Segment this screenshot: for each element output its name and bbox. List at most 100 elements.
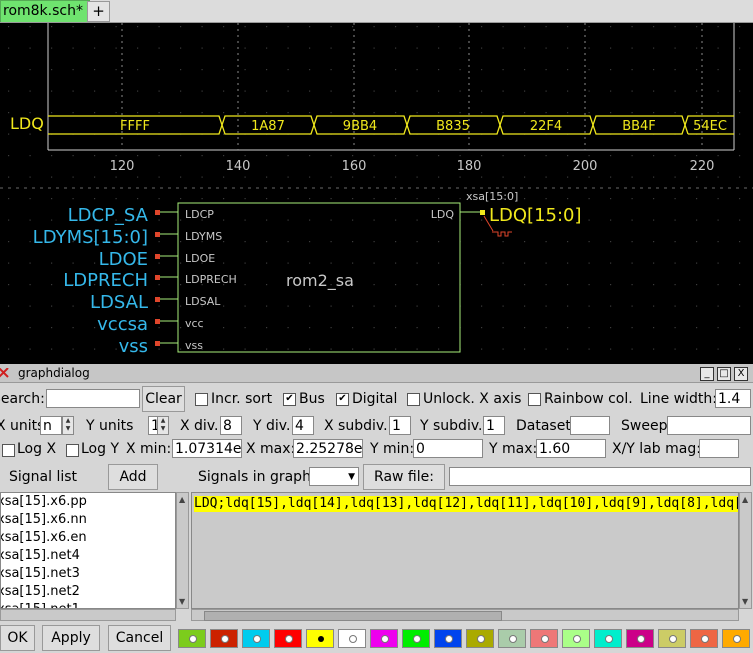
color-swatch[interactable] xyxy=(690,629,718,648)
log-y-checkbox[interactable] xyxy=(66,444,79,457)
maximize-button[interactable]: □ xyxy=(717,367,731,381)
graph-signals-hscrollbar[interactable] xyxy=(191,609,739,621)
bus-checkbox[interactable]: ✔ xyxy=(283,393,296,406)
list-item[interactable]: xsa[15].x6.nn xyxy=(1,511,175,529)
unlock-x-checkbox[interactable] xyxy=(407,393,420,406)
y-min-input[interactable]: 0 xyxy=(413,439,483,458)
scrollbar-thumb[interactable] xyxy=(204,611,502,621)
color-swatch[interactable] xyxy=(594,629,622,648)
color-swatch[interactable] xyxy=(370,629,398,648)
add-tab-button[interactable]: + xyxy=(87,1,110,22)
rainbow-checkbox[interactable] xyxy=(528,393,541,406)
tab-rom8k[interactable]: rom8k.sch* xyxy=(0,0,90,22)
list-item[interactable]: xsa[15].net2 xyxy=(1,583,175,601)
bus-label: Bus xyxy=(299,391,325,407)
y-units-spinner[interactable]: ▲ ▼ xyxy=(157,416,169,435)
incr-sort-label: Incr. sort xyxy=(211,391,273,407)
radio-dot xyxy=(349,635,357,643)
graph-signals-text: LDQ;ldq[15],ldq[14],ldq[13],ldq[12],ldq[… xyxy=(194,496,738,512)
color-swatch[interactable] xyxy=(466,629,494,648)
raw-file-input[interactable] xyxy=(449,467,751,486)
search-input[interactable] xyxy=(46,389,140,408)
net-vss[interactable]: vss xyxy=(119,336,148,357)
xy-mag-input[interactable] xyxy=(699,439,739,458)
color-swatch[interactable] xyxy=(658,629,686,648)
color-swatch[interactable] xyxy=(306,629,334,648)
list-item[interactable]: xsa[15].net4 xyxy=(1,547,175,565)
list-item[interactable]: xsa[15].x6.en xyxy=(1,529,175,547)
color-swatch[interactable] xyxy=(402,629,430,648)
apply-button[interactable]: Apply xyxy=(42,625,100,651)
minimize-button[interactable]: _ xyxy=(700,367,714,381)
color-swatch[interactable] xyxy=(498,629,526,648)
net-ldq-out[interactable]: LDQ[15:0] xyxy=(489,205,582,226)
signal-list-scrollbar[interactable]: ▲ ▼ xyxy=(176,492,189,609)
instance-label: xsa[15:0] xyxy=(466,190,518,203)
bus-value-6: 54EC xyxy=(693,119,727,134)
add-button[interactable]: Add xyxy=(108,464,158,490)
graph-signals-textarea[interactable]: LDQ;ldq[15],ldq[14],ldq[13],ldq[12],ldq[… xyxy=(191,492,739,609)
close-button[interactable]: X xyxy=(734,367,748,381)
schematic-drawing: LDQ FFFF 1A87 9BB4 B835 22F4 BB4F 54EC 1… xyxy=(0,23,753,363)
signal-list-hscrollbar[interactable] xyxy=(0,609,176,621)
color-swatch[interactable] xyxy=(626,629,654,648)
raw-file-button[interactable]: Raw file: xyxy=(363,464,445,490)
log-x-checkbox[interactable] xyxy=(2,444,15,457)
signal-list-label: Signal list xyxy=(9,469,78,485)
dataset-input[interactable] xyxy=(570,416,610,435)
pin-ldcp: LDCP xyxy=(185,208,214,221)
list-item[interactable]: xsa[15].net3 xyxy=(1,565,175,583)
net-ldcp-sa[interactable]: LDCP_SA xyxy=(68,205,149,226)
ok-button[interactable]: OK xyxy=(0,625,35,651)
y-subdiv-input[interactable]: 1 xyxy=(483,416,505,435)
net-ldyms[interactable]: LDYMS[15:0] xyxy=(33,227,148,248)
color-swatch[interactable] xyxy=(274,629,302,648)
y-max-input[interactable]: 1.60 xyxy=(536,439,606,458)
list-item[interactable]: xsa[15].x6.pp xyxy=(1,493,175,511)
radio-dot xyxy=(285,635,293,643)
color-swatch[interactable] xyxy=(434,629,462,648)
list-item[interactable]: xsa[15].net1 xyxy=(1,601,175,608)
bus-value-0: FFFF xyxy=(120,119,150,134)
y-div-label: Y div. xyxy=(253,418,291,434)
xy-mag-label: X/Y lab mag: xyxy=(612,441,701,457)
schematic-canvas[interactable]: LDQ FFFF 1A87 9BB4 B835 22F4 BB4F 54EC 1… xyxy=(0,23,753,363)
x-tick-1: 140 xyxy=(226,159,251,174)
net-ldprech[interactable]: LDPRECH xyxy=(63,270,148,291)
color-swatch[interactable] xyxy=(338,629,366,648)
color-swatch[interactable] xyxy=(562,629,590,648)
dataset-label: Dataset xyxy=(516,418,571,434)
sweep-input[interactable] xyxy=(667,416,751,435)
signals-in-graph-select[interactable]: ▼ xyxy=(309,467,359,486)
net-ldsal[interactable]: LDSAL xyxy=(90,292,148,313)
color-swatch[interactable] xyxy=(722,629,750,648)
x-units-spinner[interactable]: ▲ ▼ xyxy=(62,416,74,435)
clear-button[interactable]: Clear xyxy=(142,386,185,412)
cancel-button[interactable]: Cancel xyxy=(108,625,171,651)
x-subdiv-input[interactable]: 1 xyxy=(389,416,411,435)
graph-signals-scrollbar[interactable]: ▲ ▼ xyxy=(739,492,752,609)
sweep-label: Sweep xyxy=(621,418,668,434)
net-vccsa[interactable]: vccsa xyxy=(97,314,148,335)
line-width-input[interactable]: 1.4 xyxy=(715,389,751,408)
y-subdiv-label: Y subdiv. xyxy=(420,418,483,434)
y-max-label: Y max: xyxy=(489,441,538,457)
signal-list[interactable]: xsa[15].x6.pp xsa[15].x6.nn xsa[15].x6.e… xyxy=(0,492,176,609)
x-max-input[interactable]: 2.25278e xyxy=(293,439,363,458)
x-tick-3: 180 xyxy=(457,159,482,174)
incr-sort-checkbox[interactable] xyxy=(195,393,208,406)
x-units-input[interactable]: n xyxy=(40,416,62,435)
x-div-input[interactable]: 8 xyxy=(220,416,242,435)
y-min-label: Y min: xyxy=(370,441,415,457)
color-swatch[interactable] xyxy=(530,629,558,648)
pin-vss: vss xyxy=(185,339,203,352)
x-min-input[interactable]: 1.07314e xyxy=(172,439,242,458)
digital-checkbox[interactable]: ✔ xyxy=(336,393,349,406)
net-ldoe[interactable]: LDOE xyxy=(99,249,148,270)
y-div-input[interactable]: 4 xyxy=(292,416,314,435)
color-swatch[interactable] xyxy=(242,629,270,648)
dialog-titlebar[interactable]: graphdialog _ □ X xyxy=(0,364,753,383)
pin-vcc: vcc xyxy=(185,317,204,330)
color-swatch[interactable] xyxy=(210,629,238,648)
color-swatch[interactable] xyxy=(178,629,206,648)
